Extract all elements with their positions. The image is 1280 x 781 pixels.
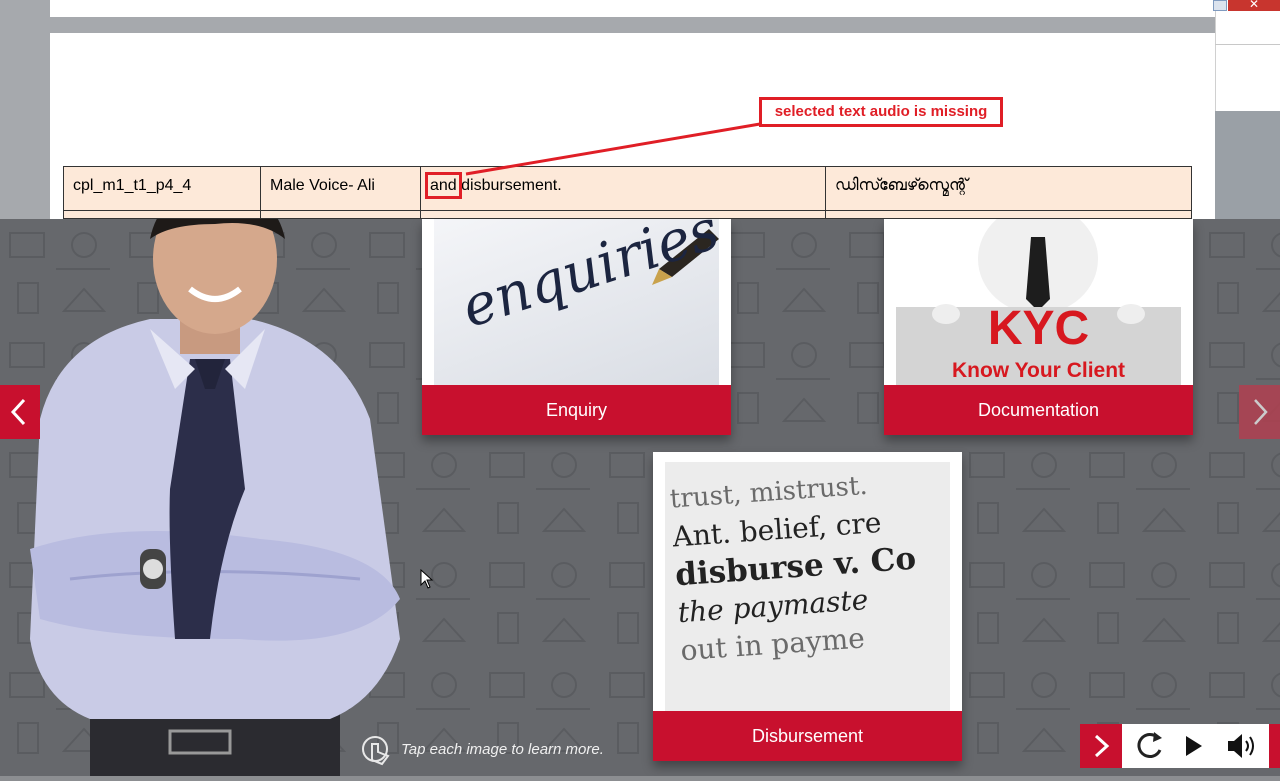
enquiry-card[interactable]: enquiries Enquiry [422,219,731,435]
documentation-image: KYC Know Your Client [896,219,1181,385]
replay-button[interactable] [1128,724,1172,768]
enquiry-image: enquiries [434,219,719,385]
next-slide-button[interactable] [1239,385,1280,439]
progress-track [0,776,1280,781]
chevron-right-icon [1094,734,1110,758]
disbursement-card[interactable]: trust, mistrust. Ant. belief, cre disbur… [653,452,962,761]
chevron-right-icon [1254,399,1268,425]
disbursement-image: trust, mistrust. Ant. belief, cre disbur… [665,462,950,712]
volume-icon [1228,734,1254,758]
next-button[interactable] [1080,724,1122,768]
elearning-player: enquiries Enquiry KYC Know Your Client D… [0,219,1280,781]
annotation-callout: selected text audio is missing [759,97,1003,127]
disbursement-label: Disbursement [653,711,962,761]
documentation-card[interactable]: KYC Know Your Client Documentation [884,219,1193,435]
controls-edge [1269,724,1280,768]
documentation-label: Documentation [884,385,1193,435]
tap-hand-icon [362,736,390,766]
chevron-left-icon [10,398,26,426]
kyc-subtitle: Know Your Client [951,359,1126,382]
previous-slide-button[interactable] [0,385,40,439]
play-icon [1186,736,1202,756]
presenter-image [30,219,400,781]
playback-controls [1080,724,1280,768]
play-button[interactable] [1172,724,1216,768]
tap-hint: Tap each image to learn more. [401,741,604,758]
kyc-title: KYC [987,302,1090,355]
enquiry-label: Enquiry [422,385,731,435]
annotation-arrow [465,122,761,176]
replay-icon [1137,732,1162,758]
volume-button[interactable] [1220,724,1264,768]
mouse-cursor-icon [420,569,434,589]
